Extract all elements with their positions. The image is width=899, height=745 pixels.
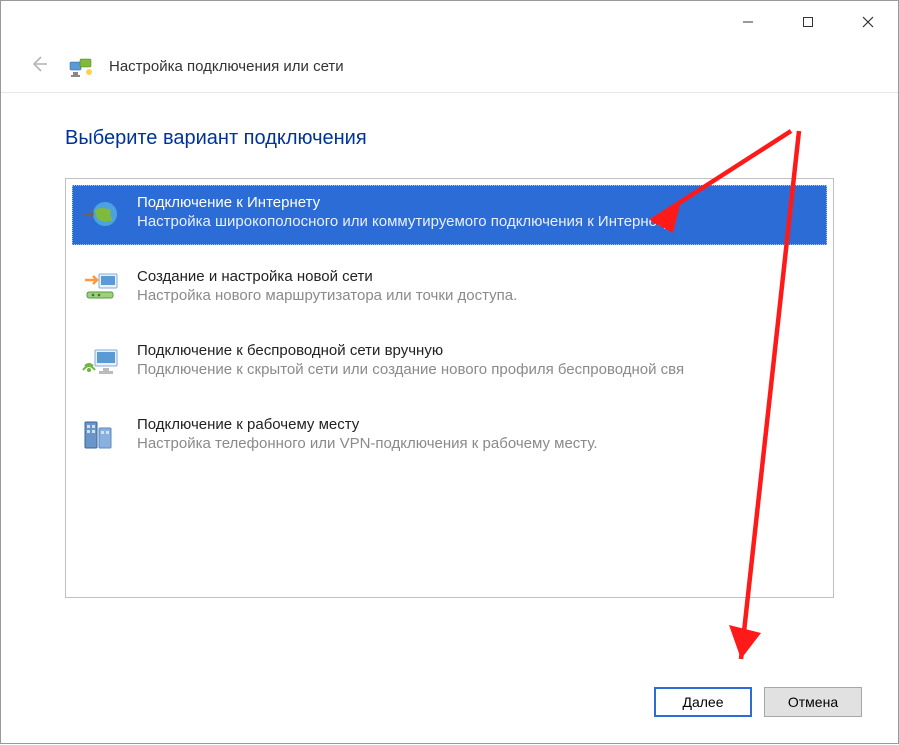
maximize-button[interactable] — [778, 2, 838, 42]
close-button[interactable] — [838, 2, 898, 42]
option-title: Подключение к беспроводной сети вручную — [137, 342, 684, 359]
router-icon — [81, 268, 121, 308]
window-title: Настройка подключения или сети — [109, 58, 344, 75]
content: Выберите вариант подключения Подключение… — [1, 93, 898, 598]
globe-icon — [81, 194, 121, 234]
workplace-icon — [81, 416, 121, 456]
options-list: Подключение к Интернету Настройка широко… — [65, 178, 834, 598]
next-button[interactable]: Далее — [654, 687, 752, 717]
option-desc: Подключение к скрытой сети или создание … — [137, 361, 684, 378]
header: Настройка подключения или сети — [1, 43, 898, 93]
option-internet[interactable]: Подключение к Интернету Настройка широко… — [72, 185, 827, 245]
wireless-icon — [81, 342, 121, 382]
option-wireless-manual[interactable]: Подключение к беспроводной сети вручную … — [72, 333, 827, 393]
cancel-button[interactable]: Отмена — [764, 687, 862, 717]
option-new-network[interactable]: Создание и настройка новой сети Настройк… — [72, 259, 827, 319]
minimize-button[interactable] — [718, 2, 778, 42]
option-title: Подключение к Интернету — [137, 194, 674, 211]
option-desc: Настройка широкополосного или коммутируе… — [137, 213, 674, 230]
back-arrow-icon[interactable] — [27, 53, 49, 80]
option-desc: Настройка телефонного или VPN-подключени… — [137, 435, 598, 452]
option-title: Подключение к рабочему месту — [137, 416, 598, 433]
option-title: Создание и настройка новой сети — [137, 268, 517, 285]
footer: Далее Отмена — [654, 687, 862, 717]
option-desc: Настройка нового маршрутизатора или точк… — [137, 287, 517, 304]
page-heading: Выберите вариант подключения — [65, 127, 834, 150]
option-workplace[interactable]: Подключение к рабочему месту Настройка т… — [72, 407, 827, 467]
titlebar — [1, 1, 898, 43]
network-wizard-icon — [67, 56, 91, 78]
